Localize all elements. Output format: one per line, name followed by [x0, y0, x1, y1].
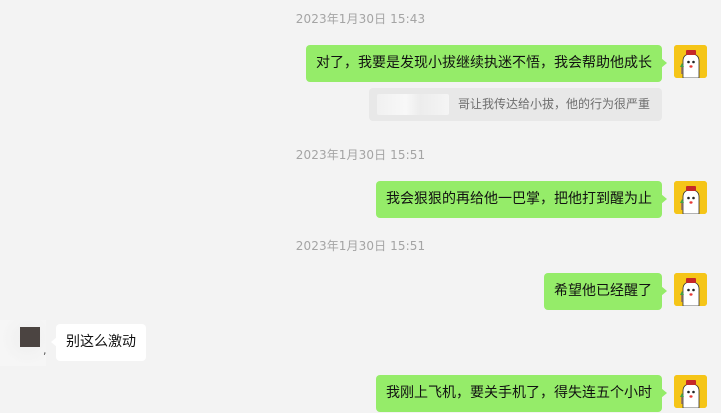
sent-message-bubble[interactable]: 我会狠狠的再给他一巴掌，把他打到醒为止 — [376, 181, 667, 218]
blurred-quote-sender — [377, 94, 449, 115]
cartoon-ghost-avatar-icon[interactable] — [674, 375, 707, 408]
quoted-message[interactable]: 哥让我传达给小拔，他的行为很严重 — [369, 88, 662, 121]
sender-avatar[interactable]: , — [0, 320, 47, 366]
message-timestamp: 2023年1月30日 15:51 — [295, 148, 426, 162]
sent-message-bubble[interactable]: 希望他已经醒了 — [544, 273, 667, 310]
sent-message-bubble[interactable]: 对了，我要是发现小拔继续执迷不悟，我会帮助他成长 — [306, 45, 667, 82]
message-timestamp: 2023年1月30日 15:51 — [295, 239, 426, 253]
message-timestamp: 2023年1月30日 15:43 — [295, 12, 426, 26]
cartoon-ghost-avatar-icon[interactable] — [674, 45, 707, 78]
sent-message-bubble[interactable]: 我刚上飞机，要关手机了，得失连五个小时 — [376, 375, 667, 412]
quoted-message-text: 哥让我传达给小拔，他的行为很严重 — [457, 97, 650, 111]
avatar-image — [20, 327, 40, 347]
received-message-bubble[interactable]: 别这么激动 — [51, 324, 146, 361]
cartoon-ghost-avatar-icon[interactable] — [674, 181, 707, 214]
cartoon-ghost-avatar-icon[interactable] — [674, 273, 707, 306]
sender-mark: , — [43, 344, 47, 357]
